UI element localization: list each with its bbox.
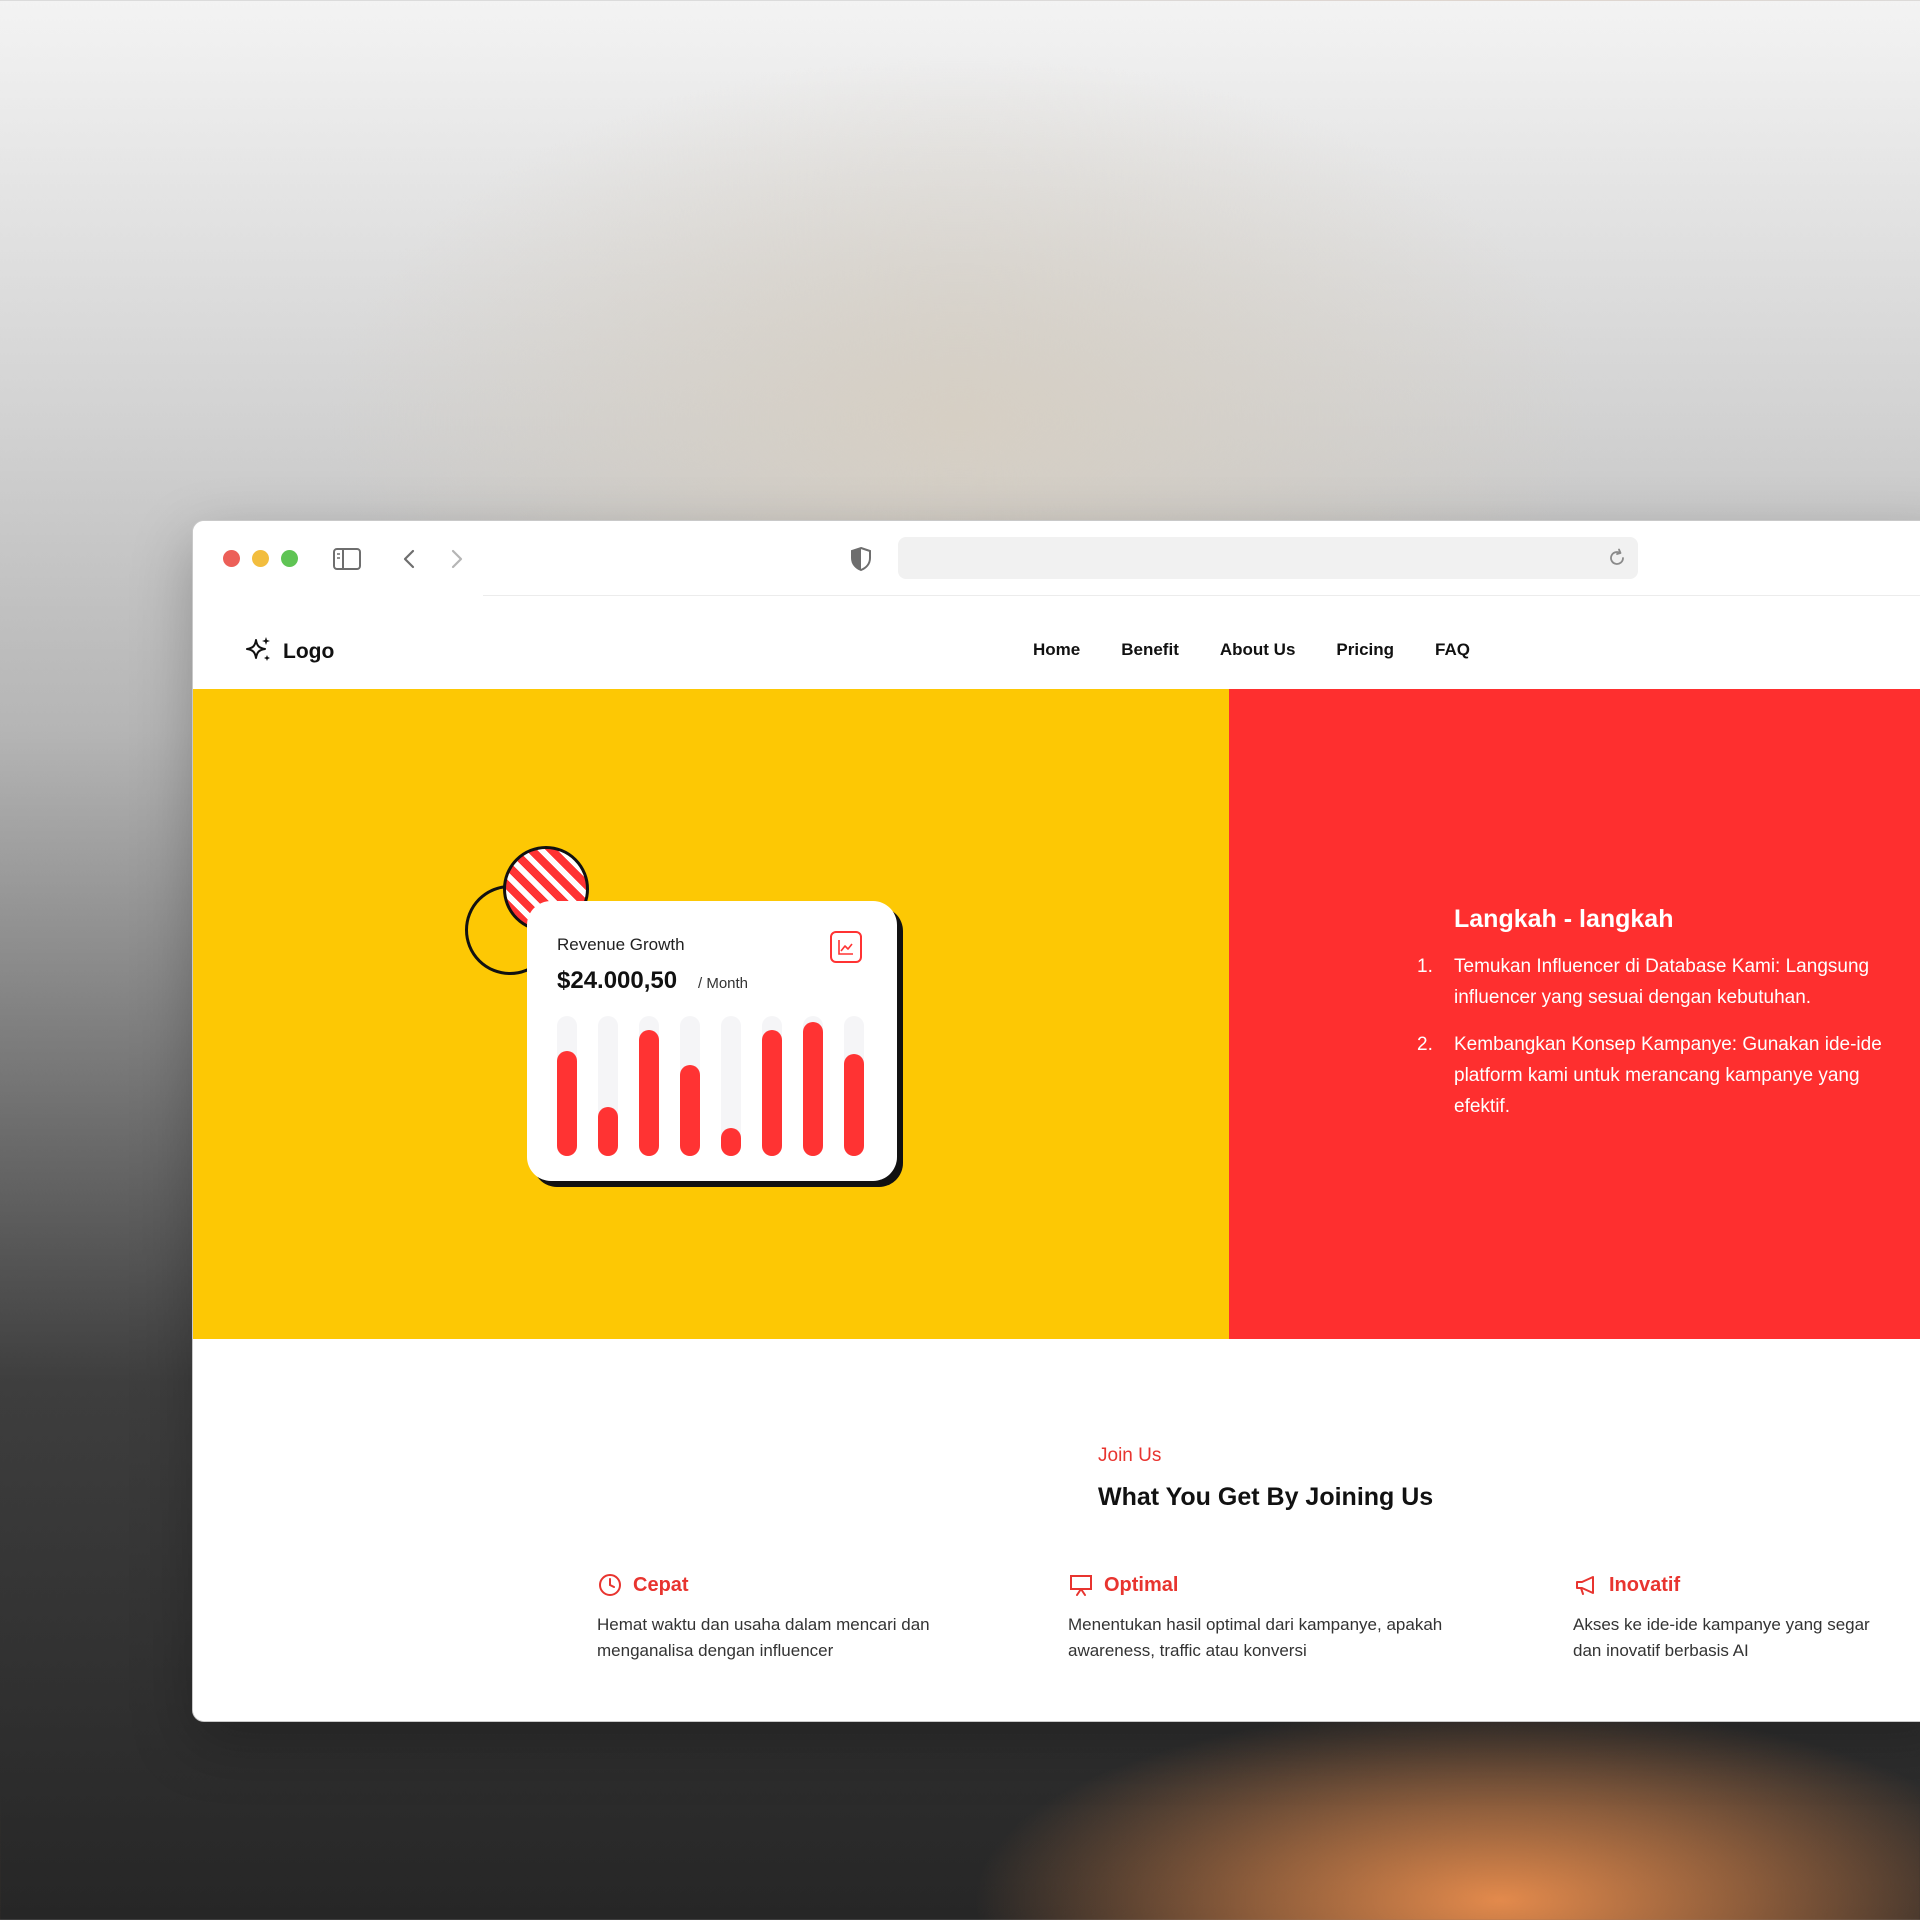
step-text-line: Kembangkan Konsep Kampanye: Gunakan ide-…	[1454, 1034, 1882, 1055]
section-eyebrow: Join Us	[1098, 1445, 1162, 1466]
back-icon[interactable]	[394, 543, 426, 575]
feature-description: Menentukan hasil optimal dari kampanye, …	[1068, 1615, 1443, 1660]
revenue-bar-track	[598, 1016, 618, 1156]
reload-icon[interactable]	[1606, 547, 1628, 569]
revenue-unit: / Month	[698, 975, 749, 992]
step-number: 1.	[1417, 956, 1433, 977]
feature-description: Akses ke ide-ide kampanye yang segar dan…	[1573, 1615, 1870, 1660]
sidebar-icon[interactable]	[331, 543, 363, 575]
close-window-button[interactable]	[223, 550, 240, 567]
site-logo[interactable]: Logo	[243, 634, 334, 669]
steps-heading: Langkah - langkah	[1454, 905, 1674, 933]
nav-item-faq[interactable]: FAQ	[1435, 640, 1470, 660]
feature-cepat: Cepat Hemat waktu dan usaha dalam mencar…	[597, 1572, 930, 1664]
step-text-line: Temukan Influencer di Database Kami: Lan…	[1454, 956, 1870, 977]
revenue-bar	[721, 1128, 741, 1156]
sparkle-icon	[243, 634, 273, 669]
steps-panel: Langkah - langkah 1. Temukan Influencer …	[1229, 689, 1920, 1339]
section-title: What You Get By Joining Us	[1098, 1483, 1434, 1511]
revenue-bar	[680, 1065, 700, 1156]
nav-menu: Home Benefit About Us Pricing FAQ	[1033, 640, 1470, 660]
address-bar[interactable]	[898, 537, 1638, 579]
nav-item-benefit[interactable]: Benefit	[1121, 640, 1179, 660]
revenue-bar-track	[557, 1016, 577, 1156]
revenue-card: Revenue Growth $24.000,50 / Month	[527, 901, 897, 1181]
revenue-bar	[557, 1051, 577, 1156]
revenue-amount: $24.000,50	[557, 967, 678, 994]
revenue-bar-chart	[557, 1016, 867, 1156]
line-chart-icon[interactable]	[830, 931, 862, 963]
feature-description: Hemat waktu dan usaha dalam mencari dan …	[597, 1615, 930, 1660]
hero-illustration-panel: Revenue Growth $24.000,50 / Month	[193, 689, 1229, 1339]
revenue-bar-track	[721, 1016, 741, 1156]
logo-text: Logo	[283, 639, 335, 663]
presentation-icon	[1068, 1572, 1094, 1598]
minimize-window-button[interactable]	[252, 550, 269, 567]
revenue-bar-track	[639, 1016, 659, 1156]
step-text-line: efektif.	[1454, 1096, 1510, 1117]
revenue-card-title: Revenue Growth	[557, 935, 685, 954]
forward-icon[interactable]	[440, 543, 472, 575]
revenue-bar	[803, 1022, 823, 1156]
browser-titlebar	[193, 521, 1920, 595]
steps-list: 1. Temukan Influencer di Database Kami: …	[1417, 951, 1882, 1138]
nav-item-pricing[interactable]: Pricing	[1336, 640, 1394, 660]
nav-item-home[interactable]: Home	[1033, 640, 1080, 660]
step-text-line: platform kami untuk merancang kampanye y…	[1454, 1065, 1860, 1086]
feature-inovatif: Inovatif Akses ke ide-ide kampanye yang …	[1573, 1572, 1870, 1664]
step-text-line: influencer yang sesuai dengan kebutuhan.	[1454, 987, 1812, 1008]
browser-window: Logo Home Benefit About Us Pricing FAQ R…	[192, 520, 1920, 1722]
clock-icon	[597, 1572, 623, 1598]
feature-title: Optimal	[1104, 1573, 1179, 1596]
feature-title: Inovatif	[1609, 1573, 1681, 1596]
revenue-bar	[639, 1030, 659, 1156]
maximize-window-button[interactable]	[281, 550, 298, 567]
step-number: 2.	[1417, 1034, 1433, 1055]
benefits-section: Join Us What You Get By Joining Us Cepat…	[193, 1339, 1920, 1721]
revenue-bar-track	[803, 1016, 823, 1156]
revenue-bar	[598, 1107, 618, 1156]
step-item: 1. Temukan Influencer di Database Kami: …	[1417, 951, 1882, 1013]
feature-title: Cepat	[633, 1573, 689, 1596]
revenue-bar-track	[844, 1016, 864, 1156]
revenue-bar	[844, 1054, 864, 1156]
shield-icon[interactable]	[845, 543, 877, 575]
nav-item-about-us[interactable]: About Us	[1220, 640, 1296, 660]
step-item: 2. Kembangkan Konsep Kampanye: Gunakan i…	[1417, 1029, 1882, 1122]
revenue-bar-track	[762, 1016, 782, 1156]
megaphone-icon	[1573, 1572, 1599, 1598]
revenue-bar	[762, 1030, 782, 1156]
feature-optimal: Optimal Menentukan hasil optimal dari ka…	[1068, 1572, 1442, 1664]
revenue-bar-track	[680, 1016, 700, 1156]
